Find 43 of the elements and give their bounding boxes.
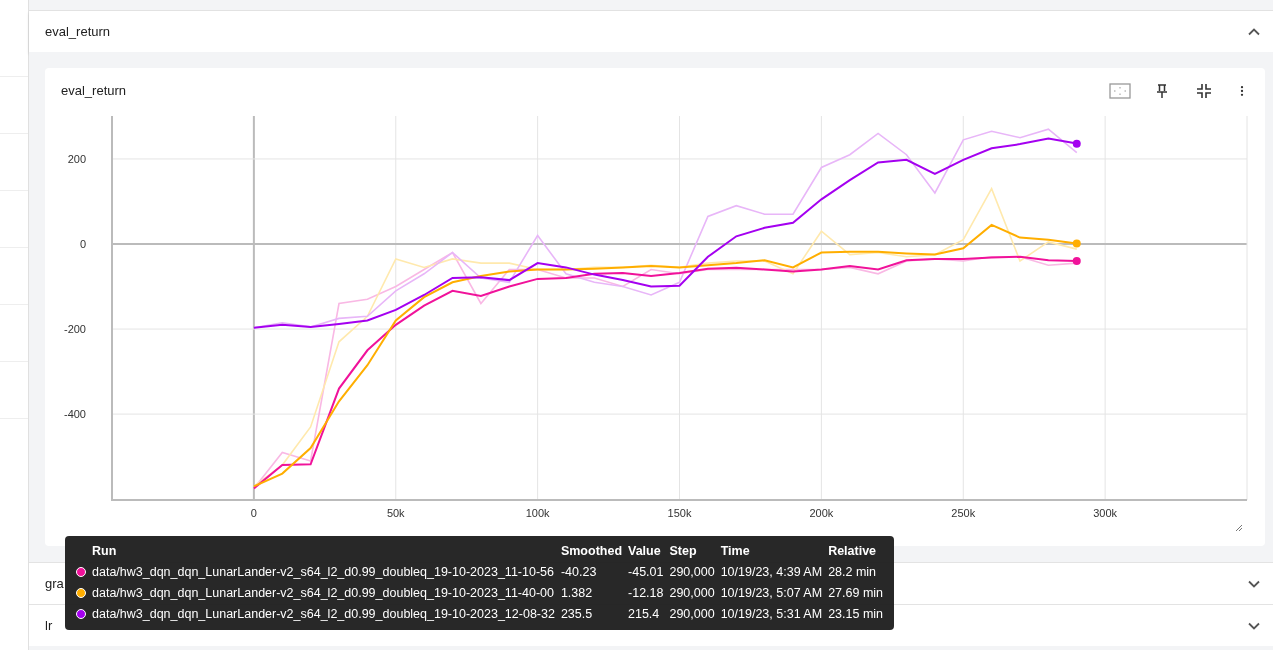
table-cell-text: 10/19/23, 5:07 AM bbox=[719, 584, 824, 602]
y-tick-label: 0 bbox=[79, 238, 86, 250]
table-cell-text: 290,000 bbox=[668, 605, 716, 623]
x-tick-label: 200k bbox=[809, 507, 834, 519]
x-tick-label: 50k bbox=[386, 507, 405, 519]
card-title: eval_return bbox=[61, 83, 128, 98]
end-point-marker bbox=[1072, 257, 1081, 265]
table-cell-text: 10/19/23, 5:31 AM bbox=[719, 605, 824, 623]
y-tick-label: 200 bbox=[67, 152, 86, 165]
column-header: Smoothed bbox=[559, 542, 623, 560]
table-cell-text: 10/19/23, 4:39 AM bbox=[719, 563, 824, 581]
y-tick-label: -400 bbox=[63, 408, 86, 421]
table-cell-text: 215.4 bbox=[627, 605, 661, 623]
table-cell-text: data/hw3_dqn_dqn_LunarLander-v2_s64_l2_d0.99_doubleq_19-10-2023_12-08-32 bbox=[91, 605, 556, 623]
column-header: Run bbox=[91, 542, 118, 560]
end-point-marker bbox=[1072, 239, 1081, 248]
table-cell-text: 290,000 bbox=[668, 563, 716, 581]
column-header: Relative bbox=[827, 542, 878, 560]
y-tick-label: -200 bbox=[63, 323, 86, 336]
x-tick-label: 150k bbox=[667, 507, 692, 519]
table-cell-text: data/hw3_dqn_dqn_LunarLander-v2_s64_l2_d0.99_doubleq_19-10-2023_11-10-56 bbox=[91, 563, 555, 581]
section-title: gra bbox=[45, 576, 64, 591]
x-tick-label: 100k bbox=[525, 507, 550, 519]
resize-icon[interactable] bbox=[1235, 524, 1243, 532]
table-cell-text: 27.69 min bbox=[827, 584, 885, 602]
x-tick-label: 0 bbox=[250, 507, 257, 519]
table-cell-text: 235.5 bbox=[559, 605, 594, 623]
table-cell-text: -45.01 bbox=[627, 563, 665, 581]
table-cell-text: -12.18 bbox=[627, 584, 665, 602]
x-tick-label: 250k bbox=[951, 507, 976, 519]
x-tick-label: 300k bbox=[1093, 507, 1118, 519]
table-cell-text: 290,000 bbox=[668, 584, 716, 602]
table-cell-text: 28.2 min bbox=[827, 563, 878, 581]
table-cell-text: 1.382 bbox=[559, 584, 594, 602]
column-header: Time bbox=[719, 542, 751, 560]
end-point-marker bbox=[1072, 139, 1081, 148]
section-title: eval_return bbox=[45, 24, 111, 39]
table-cell-text: data/hw3_dqn_dqn_LunarLander-v2_s64_l2_d0.99_doubleq_19-10-2023_11-40-00 bbox=[91, 584, 555, 602]
column-header: Step bbox=[668, 542, 698, 560]
column-header: Value bbox=[627, 542, 662, 560]
table-cell-text: -40.23 bbox=[559, 563, 598, 581]
section-title: lr bbox=[45, 618, 53, 633]
table-cell-text: 23.15 min bbox=[827, 605, 885, 623]
